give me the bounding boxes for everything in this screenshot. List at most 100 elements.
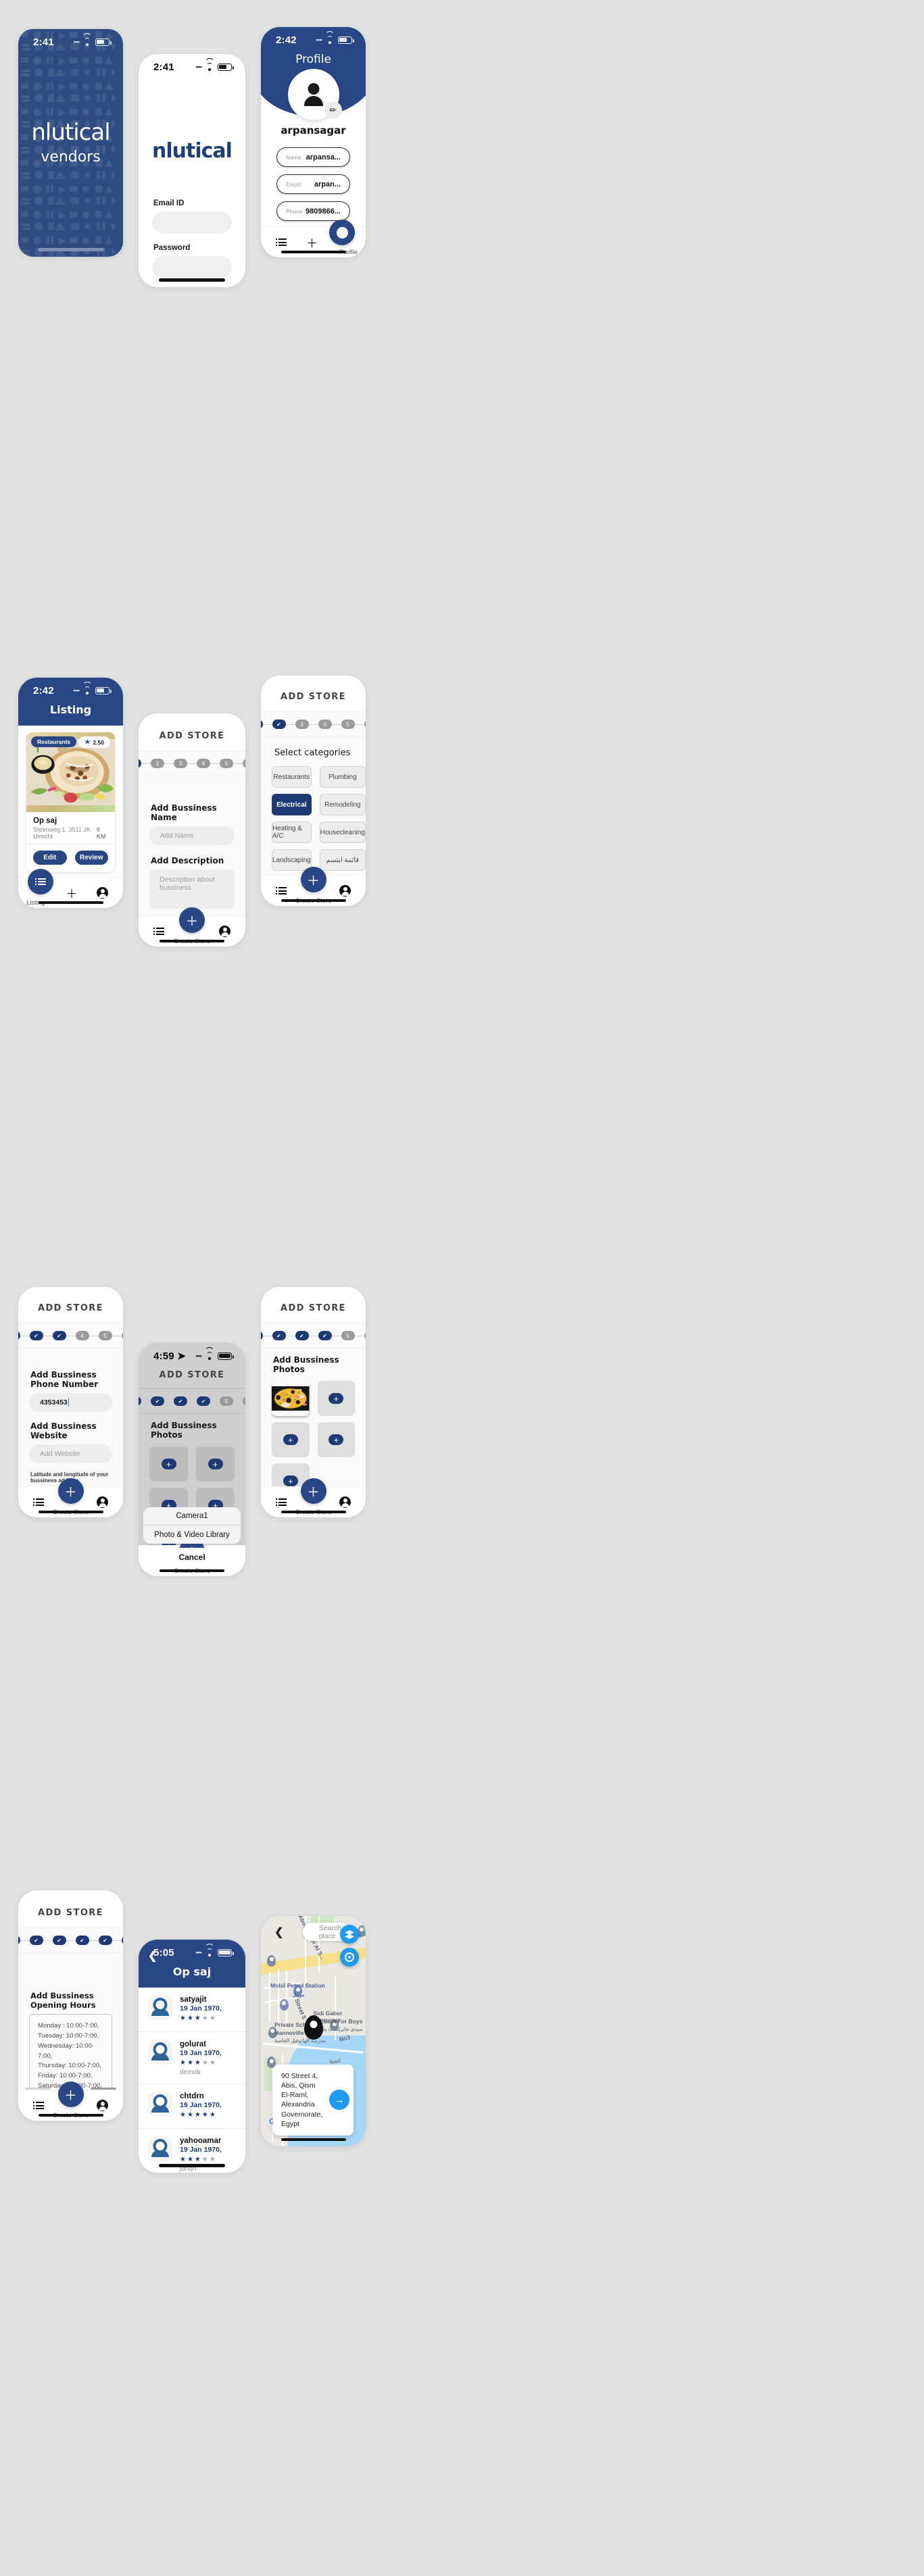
step-4[interactable]: ✔: [75, 1936, 89, 1945]
avatar[interactable]: ✏: [287, 69, 342, 120]
nav-create-store-button[interactable]: ＋: [57, 2081, 84, 2107]
edit-pencil-icon[interactable]: ✏: [324, 101, 342, 119]
nav-profile-icon[interactable]: [97, 887, 108, 899]
category-remodeling[interactable]: Remodeling: [319, 794, 366, 815]
step-3[interactable]: ✔: [295, 1331, 309, 1340]
nav-listing-icon[interactable]: [33, 2100, 44, 2111]
sheet-cancel-button[interactable]: Cancel: [143, 1548, 241, 1567]
profile-field-name[interactable]: Name arpansa...: [276, 147, 350, 167]
step-6[interactable]: 6: [364, 1331, 366, 1340]
address-text: 90 Street 4, Abis, Qism El-Raml, Alexand…: [281, 2071, 323, 2128]
photo-thumbnail[interactable]: [272, 1381, 310, 1416]
step-3[interactable]: ✔: [52, 1936, 66, 1945]
step-3[interactable]: 3: [295, 719, 309, 729]
nav-profile-button[interactable]: [329, 220, 355, 245]
step-3[interactable]: ✔: [174, 1396, 187, 1406]
confirm-location-button[interactable]: →: [329, 2090, 350, 2111]
step-5[interactable]: 5: [220, 1396, 233, 1406]
nav-listing-button[interactable]: [28, 869, 53, 894]
step-2[interactable]: ✔: [151, 1396, 164, 1406]
my-location-button[interactable]: [340, 1948, 359, 1967]
back-button[interactable]: ❮: [274, 1925, 283, 1939]
profile-field-phone[interactable]: Phone 9809866...: [276, 201, 350, 221]
nav-listing-icon[interactable]: [153, 926, 164, 937]
business-name-input[interactable]: Add Name: [149, 826, 235, 845]
nav-listing-icon[interactable]: [276, 886, 287, 896]
category-restaurants[interactable]: Restaurants: [272, 766, 312, 788]
category-plumbing[interactable]: Plumbing: [319, 766, 366, 788]
nav-create-icon[interactable]: ＋: [306, 234, 318, 251]
nav-create-store-button[interactable]: ＋: [300, 1478, 326, 1504]
step-4[interactable]: 4: [75, 1331, 89, 1340]
step-4[interactable]: 4: [318, 719, 332, 729]
business-phone-input[interactable]: 4353453: [29, 1393, 112, 1412]
nav-create-store-button[interactable]: ＋: [300, 867, 326, 892]
profile-field-email[interactable]: Email arpan...: [276, 174, 350, 194]
step-5[interactable]: ✔: [98, 1936, 112, 1945]
reviewer-name: satyajit: [180, 1996, 207, 2004]
phone-add-store-photos-filled: ADD STORE ✔ ✔ ✔ ✔ 5 6 Add Bussiness Phot…: [261, 1287, 366, 1517]
photo-slot[interactable]: +: [272, 1422, 310, 1457]
email-input[interactable]: [152, 211, 232, 233]
business-website-input[interactable]: Add Website: [29, 1444, 112, 1463]
nav-create-store-button[interactable]: ＋: [57, 1478, 84, 1504]
step-6[interactable]: 6: [121, 1936, 123, 1945]
phone-add-store-contact: ADD STORE ✔ ✔ ✔ 4 5 6 Add Bussiness Phon…: [18, 1287, 123, 1517]
step-2[interactable]: ✔: [272, 1331, 286, 1340]
nav-listing-icon[interactable]: [276, 237, 287, 248]
signal-dots-icon: ••••: [73, 687, 80, 694]
map-poi-pin[interactable]: [279, 1998, 289, 2011]
step-6[interactable]: 6: [364, 719, 366, 729]
category-heating-ac[interactable]: Heating & A/C: [272, 822, 312, 843]
photo-slot[interactable]: +: [196, 1446, 235, 1482]
step-5[interactable]: 5: [341, 1331, 355, 1340]
category-landscaping[interactable]: Landscaping: [272, 849, 312, 871]
business-description-input[interactable]: Description about bussiness: [149, 869, 235, 909]
nav-profile-icon[interactable]: [97, 2100, 108, 2111]
step-2[interactable]: ✔: [29, 1331, 43, 1340]
map-selected-marker[interactable]: [303, 2015, 323, 2040]
step-3[interactable]: ✔: [52, 1331, 66, 1340]
plus-icon: +: [329, 1393, 344, 1404]
back-button[interactable]: ❮: [148, 1949, 157, 1963]
password-input[interactable]: [152, 256, 232, 278]
wifi-icon: [325, 30, 335, 44]
nav-profile-icon[interactable]: [219, 926, 230, 937]
category-electrical[interactable]: Electrical: [272, 794, 312, 815]
step-6[interactable]: 6: [243, 1396, 245, 1406]
step-4[interactable]: ✔: [318, 1331, 332, 1340]
step-5[interactable]: 5: [220, 759, 233, 768]
sheet-option-library[interactable]: Photo & Video Library: [143, 1525, 241, 1544]
map-view[interactable]: Mobil Petrol Station موبيل Abou Baker Al…: [261, 1916, 366, 2146]
map-layers-button[interactable]: [340, 1925, 359, 1944]
map-poi-pin[interactable]: [267, 1954, 276, 1967]
listing-card[interactable]: Restaurants ★ 2.50 Op saj Steenweg 1, 35…: [26, 732, 115, 872]
nav-listing-icon[interactable]: [276, 1497, 287, 1508]
page-title: ADD STORE: [261, 676, 366, 712]
nav-profile-icon[interactable]: [339, 1496, 351, 1508]
step-2[interactable]: 2: [151, 759, 164, 768]
step-6[interactable]: 6: [121, 1331, 123, 1340]
step-4[interactable]: ✔: [197, 1396, 210, 1406]
edit-button[interactable]: Edit: [33, 851, 67, 865]
nav-listing-icon[interactable]: [33, 1497, 44, 1508]
sheet-option-camera[interactable]: Camera1: [143, 1507, 241, 1525]
step-3[interactable]: 3: [174, 759, 187, 768]
photo-slot[interactable]: +: [317, 1381, 355, 1416]
nav-create-store-button[interactable]: ＋: [179, 907, 205, 933]
wifi-icon: [205, 57, 214, 71]
photo-slot[interactable]: +: [317, 1422, 355, 1457]
step-6[interactable]: 6: [243, 759, 245, 768]
step-4[interactable]: 4: [197, 759, 210, 768]
step-2[interactable]: ✔: [29, 1936, 43, 1945]
nav-profile-icon[interactable]: [97, 1496, 108, 1508]
step-2[interactable]: ✔: [272, 719, 286, 729]
category-arabic[interactable]: قائمة ابتسم: [319, 849, 366, 871]
category-housecleaning[interactable]: Housecleaning: [319, 822, 366, 843]
photo-slot[interactable]: +: [149, 1446, 188, 1482]
step-5[interactable]: 5: [98, 1331, 112, 1340]
nav-create-icon[interactable]: ＋: [66, 884, 78, 901]
nav-profile-icon[interactable]: [339, 885, 351, 896]
review-button[interactable]: Review: [74, 851, 108, 865]
step-5[interactable]: 5: [341, 719, 355, 729]
